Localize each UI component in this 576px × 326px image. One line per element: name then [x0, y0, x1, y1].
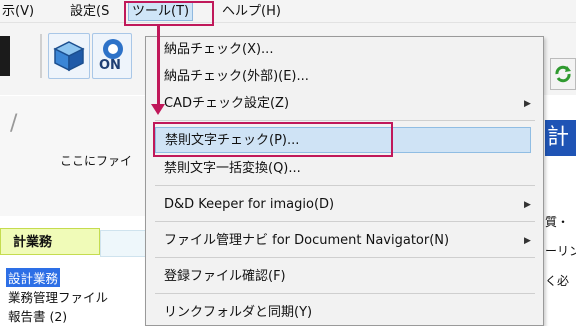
on-button[interactable]: ON [92, 33, 132, 79]
tree-item-report[interactable]: 報告書 (2) [8, 306, 67, 325]
menu-item-delivery-check-external[interactable]: 納品チェック(外部)(E)... [164, 64, 309, 90]
right-text-line: 質・ [545, 215, 570, 229]
tree-item-design-work[interactable]: 設計業務 [6, 268, 61, 287]
menu-item-sync-link-folder[interactable]: リンクフォルダと同期(Y) [164, 300, 312, 326]
refresh-button[interactable] [550, 58, 576, 90]
annotation-box-prohibited-check [153, 122, 393, 157]
menu-item-delivery-check[interactable]: 納品チェック(X)... [164, 37, 273, 63]
app-window: 示(V) 設定(S ツール(T) ヘルプ(H) ON / ここにファイ 計業務 … [0, 0, 576, 326]
menu-settings[interactable]: 設定(S [70, 3, 109, 20]
menu-separator [155, 293, 535, 294]
submenu-arrow-icon: ▶ [524, 236, 531, 246]
refresh-icon [555, 65, 571, 83]
menu-help[interactable]: ヘルプ(H) [222, 3, 281, 20]
menu-item-prohibited-char-convert[interactable]: 禁則文字一括変換(Q)... [164, 156, 301, 182]
annotation-box-tools-menu [124, 1, 214, 26]
menu-separator [155, 257, 535, 258]
menu-bar: 示(V) 設定(S ツール(T) ヘルプ(H) [0, 0, 576, 23]
menu-item-cad-check-settings[interactable]: CADチェック設定(Z) [164, 91, 289, 117]
cube-button[interactable] [48, 33, 90, 79]
menu-item-dd-keeper[interactable]: D&D Keeper for imagio(D) [164, 192, 334, 218]
right-title: 計 [545, 120, 576, 156]
menu-item-file-management-navi[interactable]: ファイル管理ナビ for Document Navigator(N) [164, 228, 449, 254]
cube-icon [53, 41, 85, 72]
tree-item-management-file[interactable]: 業務管理ファイル [8, 287, 108, 306]
tools-dropdown-menu: 納品チェック(X)... 納品チェック(外部)(E)... CADチェック設定(… [145, 36, 544, 326]
toolbar-dark-button[interactable] [0, 36, 10, 76]
right-text-line: ーリン [545, 244, 576, 258]
menu-separator [155, 221, 535, 222]
menu-item-registered-file-check[interactable]: 登録ファイル確認(F) [164, 264, 286, 290]
menu-view[interactable]: 示(V) [2, 3, 34, 20]
toolbar-separator [40, 34, 42, 78]
annotation-arrow-line [157, 26, 160, 106]
right-text-line: く必 [545, 274, 570, 288]
menu-separator [155, 120, 535, 121]
menu-separator [155, 185, 535, 186]
submenu-arrow-icon: ▶ [524, 99, 531, 109]
annotation-arrow-head-icon [151, 104, 165, 115]
on-label: ON [99, 58, 121, 73]
submenu-arrow-icon: ▶ [524, 200, 531, 210]
drop-hint: ここにファイ [60, 154, 133, 168]
pane-slash: / [10, 111, 18, 136]
tab-design-work[interactable]: 計業務 [0, 228, 100, 255]
